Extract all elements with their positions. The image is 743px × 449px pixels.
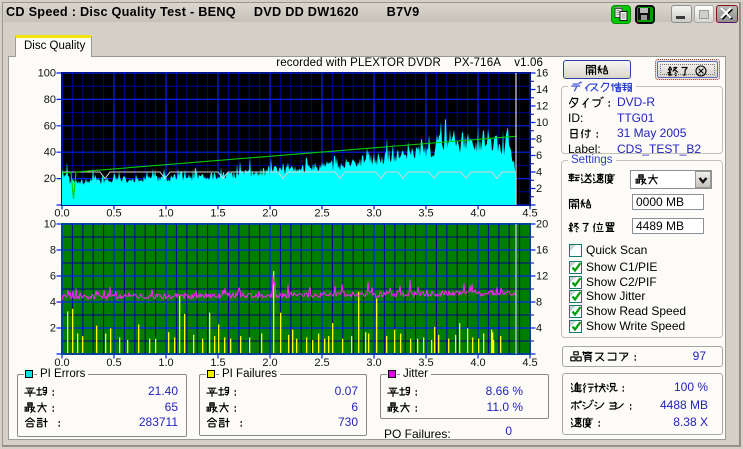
svg-text:2.5: 2.5 xyxy=(314,357,329,369)
svg-text:6: 6 xyxy=(536,150,542,162)
svg-text:3.5: 3.5 xyxy=(418,208,433,220)
svg-text:0.5: 0.5 xyxy=(106,208,121,220)
svg-text:20: 20 xyxy=(536,219,548,231)
svg-text:2: 2 xyxy=(536,183,542,195)
svg-text:1.0: 1.0 xyxy=(158,357,173,369)
svg-text:6: 6 xyxy=(50,271,56,283)
svg-text:4.5: 4.5 xyxy=(522,357,537,369)
svg-text:2.0: 2.0 xyxy=(262,208,277,220)
svg-text:10: 10 xyxy=(536,117,548,129)
svg-text:10: 10 xyxy=(44,219,56,231)
svg-text:60: 60 xyxy=(44,120,56,132)
svg-text:20: 20 xyxy=(44,173,56,185)
svg-text:12: 12 xyxy=(536,101,548,113)
svg-text:14: 14 xyxy=(536,84,548,96)
svg-text:8: 8 xyxy=(536,297,542,309)
svg-text:4: 4 xyxy=(536,167,542,179)
svg-text:3.0: 3.0 xyxy=(366,208,381,220)
svg-text:4: 4 xyxy=(50,297,56,309)
svg-text:0.0: 0.0 xyxy=(54,208,69,220)
svg-text:8: 8 xyxy=(50,245,56,257)
svg-text:4.0: 4.0 xyxy=(470,208,485,220)
svg-text:1.5: 1.5 xyxy=(210,208,225,220)
svg-text:80: 80 xyxy=(44,94,56,106)
svg-text:4: 4 xyxy=(536,323,542,335)
svg-text:40: 40 xyxy=(44,147,56,159)
svg-text:16: 16 xyxy=(536,68,548,80)
svg-text:100: 100 xyxy=(38,68,56,80)
svg-text:1.0: 1.0 xyxy=(158,208,173,220)
svg-text:12: 12 xyxy=(536,271,548,283)
svg-text:2: 2 xyxy=(50,323,56,335)
svg-text:4.0: 4.0 xyxy=(470,357,485,369)
svg-text:16: 16 xyxy=(536,245,548,257)
svg-text:0.5: 0.5 xyxy=(106,357,121,369)
svg-text:8: 8 xyxy=(536,134,542,146)
svg-text:3.0: 3.0 xyxy=(366,357,381,369)
svg-text:2.5: 2.5 xyxy=(314,208,329,220)
